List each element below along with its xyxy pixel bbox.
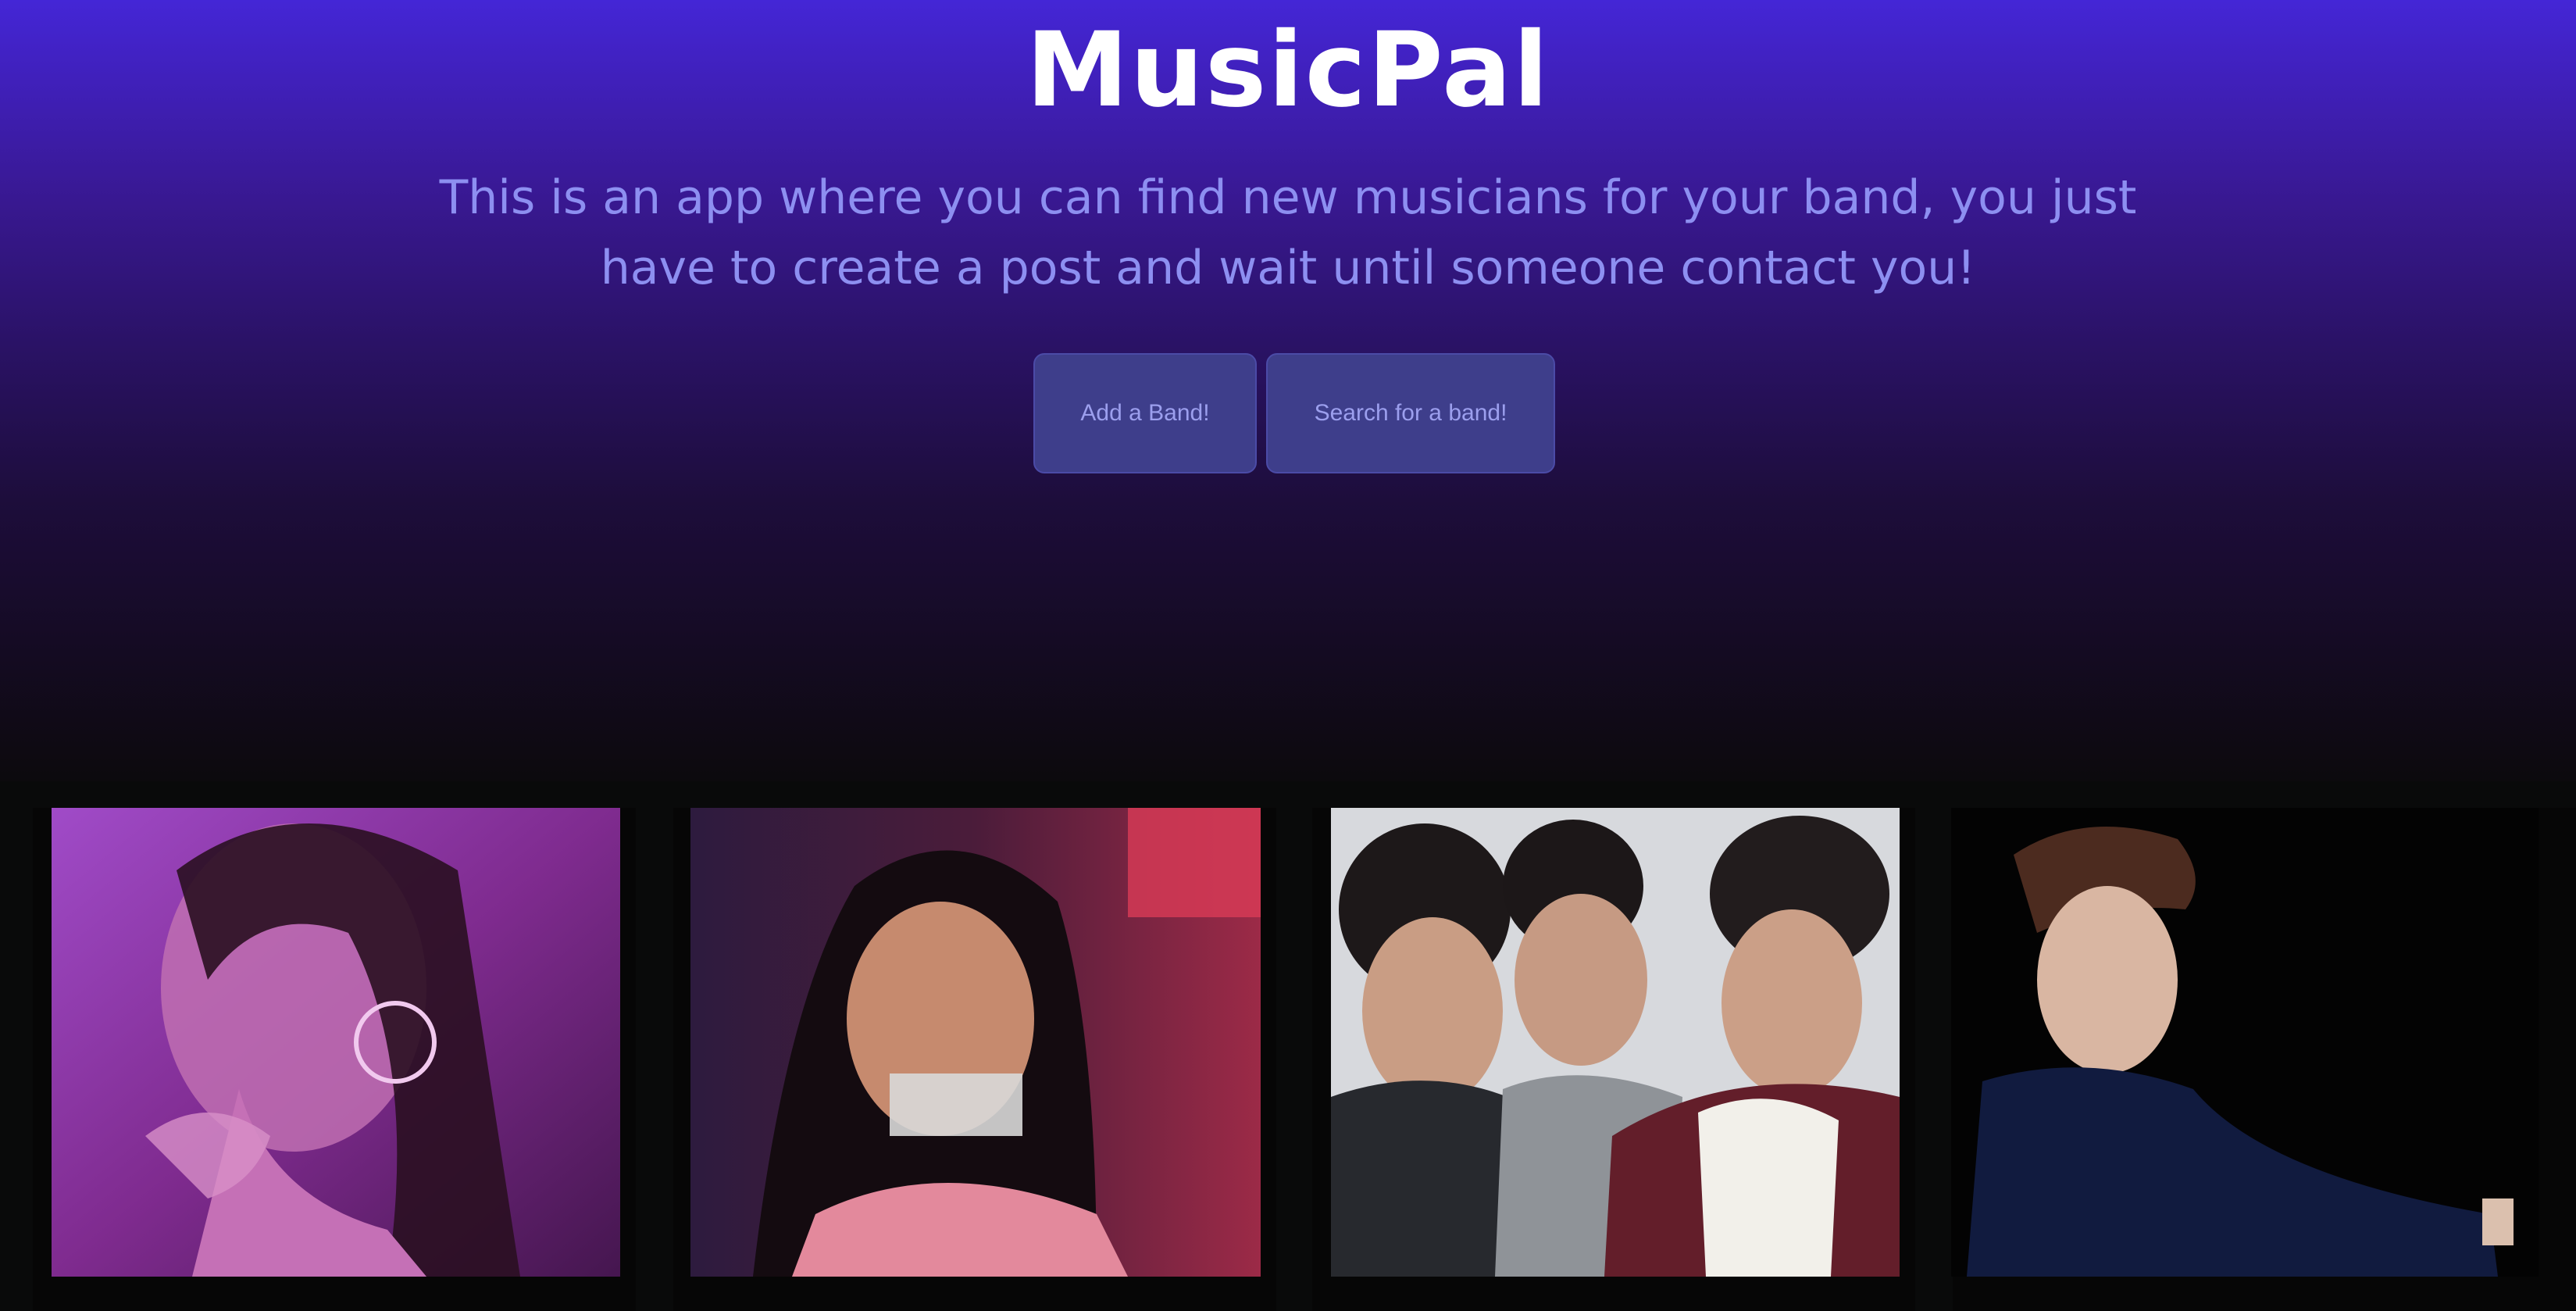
app-description: This is an app where you can find new mu… — [439, 170, 2137, 295]
artist-photo — [52, 808, 620, 1277]
add-band-button[interactable]: Add a Band! — [1033, 353, 1257, 473]
hero-section: MusicPal This is an app where you can fi… — [0, 0, 2576, 781]
artist-photo — [1951, 808, 2539, 1277]
artist-photo — [690, 808, 1261, 1277]
app-title: MusicPal — [1026, 10, 1550, 130]
search-band-button[interactable]: Search for a band! — [1266, 353, 1555, 473]
band-photo — [1331, 808, 1900, 1277]
page: MusicPal This is an app where you can fi… — [0, 0, 2576, 1311]
